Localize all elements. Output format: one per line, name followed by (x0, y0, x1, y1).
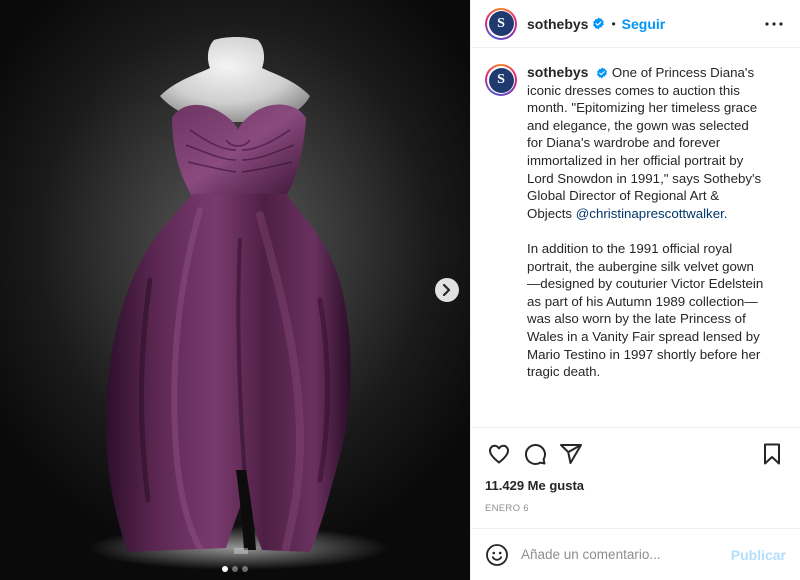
verified-badge-icon (596, 67, 608, 79)
separator-dot: • (611, 16, 616, 31)
next-image-button[interactable] (435, 278, 459, 302)
comment-input[interactable] (521, 547, 731, 562)
likes-count[interactable]: 11.429 Me gusta (481, 474, 790, 493)
caption-paragraph-2: In addition to the 1991 official royal p… (527, 240, 764, 380)
comment-button[interactable] (517, 436, 553, 472)
sothebys-logo: S (488, 11, 514, 36)
dress-photo (88, 37, 388, 570)
heart-icon (489, 444, 509, 464)
emoji-icon[interactable] (485, 543, 509, 567)
caption: S sothebys One of Princess Diana's iconi… (485, 64, 786, 381)
caption-text: sothebys One of Princess Diana's iconic … (527, 64, 765, 381)
post-media[interactable] (0, 0, 470, 580)
action-section: 11.429 Me gusta ENERO 6 (471, 427, 800, 514)
instagram-post: S sothebys • Seguir S sothebys One of Pr… (0, 0, 800, 580)
username-link[interactable]: sothebys (527, 16, 588, 32)
caption-paragraph-1: One of Princess Diana's iconic dresses c… (527, 65, 762, 221)
caption-username-link[interactable]: sothebys (527, 64, 588, 80)
comment-bubble-icon (524, 443, 546, 465)
chevron-right-icon (442, 284, 451, 296)
bookmark-icon (764, 443, 780, 465)
verified-badge-icon (592, 17, 605, 30)
carousel-dot (232, 566, 238, 572)
like-button[interactable] (481, 436, 517, 472)
caption-area: S sothebys One of Princess Diana's iconi… (471, 48, 800, 427)
avatar[interactable]: S (485, 7, 517, 40)
share-button[interactable] (553, 436, 589, 472)
mention-link[interactable]: @christinaprescottwalker. (576, 206, 728, 221)
avatar[interactable]: S (485, 64, 517, 96)
carousel-dot-active (222, 566, 228, 572)
carousel-indicator (0, 566, 470, 572)
save-button[interactable] (754, 436, 790, 472)
post-date[interactable]: ENERO 6 (481, 493, 790, 514)
comment-bar: Publicar (471, 528, 800, 580)
action-bar (481, 434, 790, 474)
post-header: S sothebys • Seguir (471, 0, 800, 48)
paper-plane-icon (560, 444, 582, 464)
carousel-dot (242, 566, 248, 572)
publish-button[interactable]: Publicar (731, 547, 786, 563)
sothebys-logo: S (488, 67, 514, 93)
follow-button[interactable]: Seguir (622, 16, 666, 32)
post-side-panel: S sothebys • Seguir S sothebys One of Pr… (470, 0, 800, 580)
more-options-icon[interactable] (762, 12, 786, 41)
